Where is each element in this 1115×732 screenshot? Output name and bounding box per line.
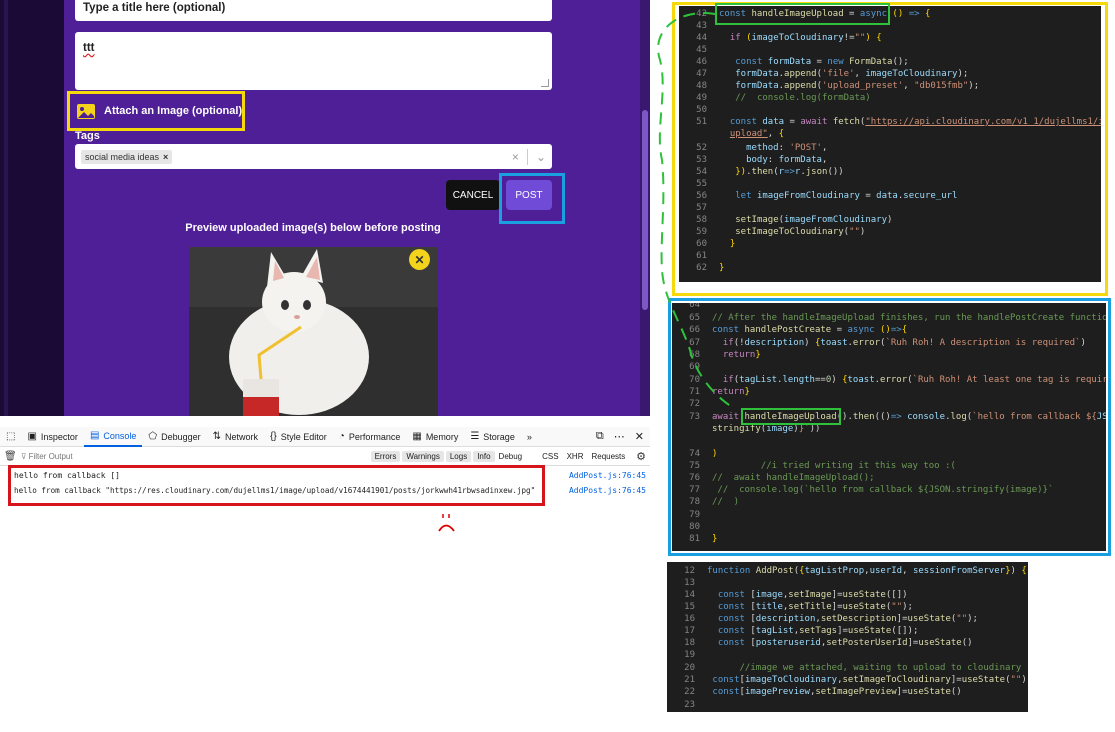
tab-debugger[interactable]: ⬠ Debugger [142,427,206,447]
dock-icon[interactable]: ⧉ [596,430,604,443]
storage-icon: ☰ [470,431,480,442]
app-scrollbar[interactable] [640,0,650,416]
preview-heading: Preview uploaded image(s) below before p… [185,222,441,234]
trash-icon[interactable]: 🗑 [0,451,21,462]
tab-storage[interactable]: ☰ Storage [464,427,521,447]
filter-requests[interactable]: Requests [587,451,629,462]
memory-icon: ▦ [412,431,422,442]
tab-style-editor[interactable]: {} Style Editor [264,427,333,447]
code-panel-handle-post-create: 64 65// After the handleImageUpload fini… [672,303,1106,551]
filter-xhr[interactable]: XHR [563,451,588,462]
sad-face-doodle [438,514,455,532]
tab-inspector[interactable]: ▣ Inspector [21,427,83,447]
console-icon: ▤ [89,430,100,441]
performance-icon: ◔ [338,431,345,442]
tabs-overflow-icon[interactable]: » [521,427,538,447]
side-strip [4,0,8,416]
tag-chip: social media ideas × [81,149,173,164]
title-input[interactable]: Type a title here (optional) [75,0,552,21]
inspector-icon: ▣ [27,431,37,442]
console-filter-bar: 🗑 ⊽ Filter Output Errors Warnings Logs I… [0,448,650,466]
filter-icon: ⊽ [20,452,27,461]
attach-image-button[interactable]: Attach an Image (optional) [70,94,244,128]
preview-image-cat [189,247,438,416]
close-icon[interactable]: ✕ [635,430,644,443]
tag-chip-remove-icon[interactable]: × [163,152,168,162]
scroll-thumb[interactable] [642,110,648,310]
log-source-link[interactable]: AddPost.js:76:45 [569,486,650,495]
style-editor-icon: {} [270,431,277,442]
pick-element-icon[interactable]: ⬚ [0,427,21,447]
cancel-button[interactable]: CANCEL [446,180,500,210]
console-log-row[interactable]: hello from callback "https://res.cloudin… [0,482,650,498]
clear-tags-icon[interactable]: × [512,150,519,164]
filter-output-input[interactable]: Filter Output [29,452,369,461]
resize-handle[interactable] [541,79,549,87]
settings-gear-icon[interactable]: ⚙ [636,450,650,463]
code-panel-handle-image-upload: 42 const handleImageUpload = async () => … [679,6,1101,282]
post-button[interactable]: POST [506,180,552,210]
tags-separator [526,148,528,165]
description-value: ttt [83,42,95,54]
tag-chip-label: social media ideas [85,151,160,162]
screenshot-root: Type a title here (optional) ttt Attach … [0,0,1115,732]
description-textarea[interactable]: ttt [75,32,552,90]
log-source-link[interactable]: AddPost.js:76:45 [569,471,650,480]
image-icon [77,103,95,119]
filter-logs[interactable]: Logs [445,451,472,462]
cat-photo [189,247,438,416]
console-log-row[interactable]: hello from callback [] AddPost.js:76:45 [0,467,650,483]
filter-debug[interactable]: Debug [495,451,527,462]
devtools-toolbar: ⬚ ▣ Inspector ▤ Console ⬠ Debugger ⇅ Network… [0,427,650,447]
tab-network[interactable]: ⇅ Network [207,427,264,447]
remove-image-button[interactable]: ✕ [409,249,430,270]
more-options-icon[interactable]: ⋯ [614,430,625,443]
attach-image-label: Attach an Image (optional) [104,105,243,117]
filter-info[interactable]: Info [473,451,495,462]
tags-label: Tags [75,130,100,142]
chevron-down-icon[interactable]: ⌄ [536,150,546,164]
network-icon: ⇅ [212,431,222,442]
debugger-icon: ⬠ [148,431,158,442]
tab-console[interactable]: ▤ Console [83,427,143,447]
filter-css[interactable]: CSS [538,451,562,462]
tags-select[interactable]: social media ideas × × ⌄ [75,144,552,169]
code-panel-add-post: 12 function AddPost({tagListProp,userId, … [667,562,1028,712]
tab-performance[interactable]: ◔ Performance [333,427,407,447]
filter-errors[interactable]: Errors [370,451,401,462]
log-message: hello from callback "https://res.cloudin… [14,485,536,495]
filter-warnings[interactable]: Warnings [402,451,444,462]
tab-memory[interactable]: ▦ Memory [406,427,464,447]
log-message: hello from callback [] [14,470,120,480]
